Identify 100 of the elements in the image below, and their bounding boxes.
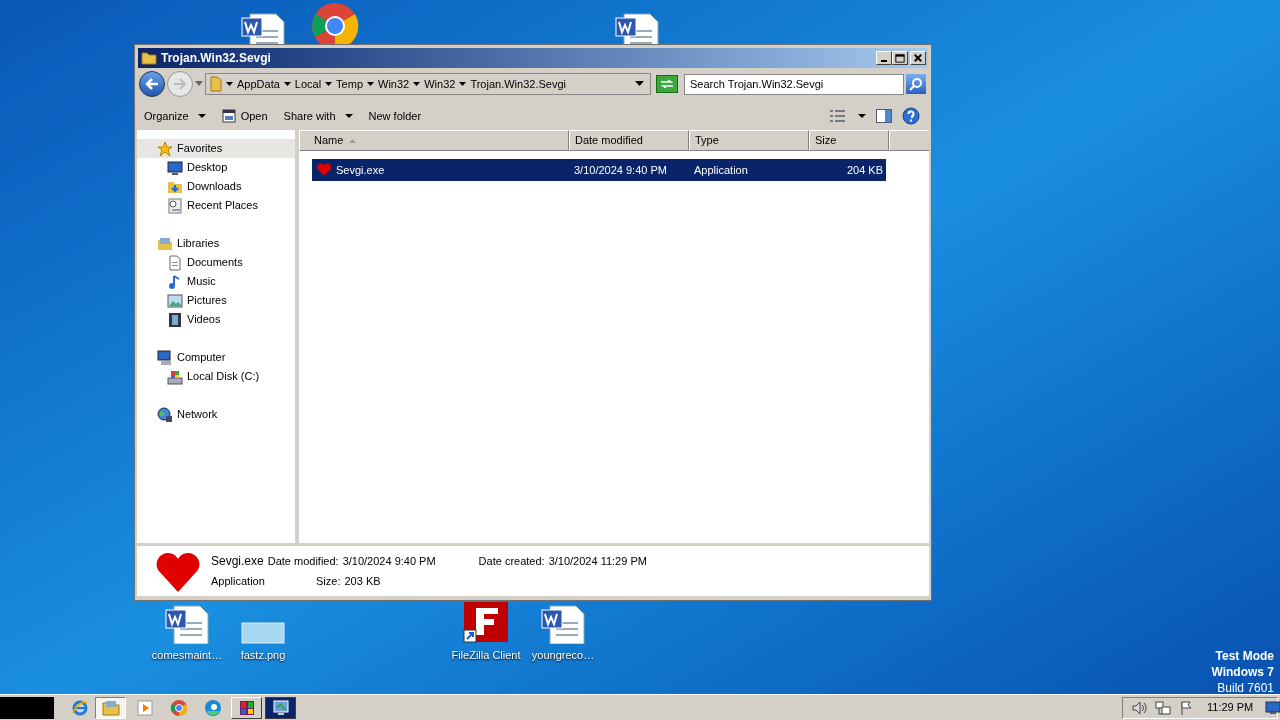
desktop-icon-label[interactable]: fastz.png <box>240 647 286 664</box>
caret-icon <box>197 113 206 119</box>
libraries-icon <box>157 235 173 252</box>
table-cell-text: 204 KB <box>845 162 883 178</box>
breadcrumb-item[interactable]: Temp <box>336 75 363 93</box>
nav-item[interactable]: Favorites <box>137 139 295 158</box>
documents-icon <box>167 254 183 271</box>
nav-item[interactable]: Local Disk (C:) <box>137 367 295 386</box>
chevron-icon <box>459 81 467 87</box>
search-button[interactable] <box>906 74 926 94</box>
chevron-icon <box>283 81 291 87</box>
desktop-icon-label[interactable]: comesmaint… <box>151 647 223 664</box>
nav-item[interactable]: Videos <box>137 310 295 329</box>
chevron-icon <box>413 81 421 87</box>
heart-icon <box>155 551 201 593</box>
pane-icon <box>876 109 892 123</box>
maximize-button[interactable] <box>892 51 908 65</box>
folder-icon <box>141 51 157 65</box>
preview-pane-button[interactable] <box>876 109 892 123</box>
column-header[interactable]: Type <box>689 130 809 151</box>
field-label: Date modified: <box>267 554 339 568</box>
network-icon <box>157 406 173 423</box>
chevron-icon <box>325 81 333 87</box>
nav-item[interactable]: Documents <box>137 253 295 272</box>
field-value: 3/10/2024 11:29 PM <box>548 554 647 568</box>
computer-icon <box>157 349 173 366</box>
nav-item[interactable]: Computer <box>137 348 295 367</box>
nav-item[interactable]: Music <box>137 272 295 291</box>
caret-icon <box>858 113 866 119</box>
minimize-button[interactable] <box>876 51 892 65</box>
help-button[interactable] <box>902 107 920 125</box>
toolbar-button[interactable]: Share with <box>279 105 357 127</box>
star-icon <box>157 140 173 157</box>
file-row[interactable]: Sevgi.exe 3/10/2024 9:40 PM Application 204 KB <box>312 159 886 181</box>
nav-item[interactable]: Recent Places <box>137 196 295 215</box>
nav-item[interactable]: Pictures <box>137 291 295 310</box>
nav-item[interactable]: Downloads <box>137 177 295 196</box>
chevron-icon <box>367 81 374 87</box>
refresh-icon <box>660 79 674 89</box>
sort-arrow-icon <box>349 138 357 143</box>
browser-icon <box>71 698 89 717</box>
view-options-button[interactable] <box>830 110 866 122</box>
computer-icon <box>271 698 290 717</box>
os-notice-text: Test Mode <box>1215 648 1274 664</box>
chevron-icon <box>226 81 233 87</box>
image-file-icon <box>241 622 285 644</box>
desktop-icon <box>167 159 183 176</box>
videos-icon <box>167 311 183 328</box>
close-button[interactable] <box>910 51 926 65</box>
file-name: Sevgi.exe <box>336 162 385 178</box>
folder-icon <box>101 698 120 717</box>
forward-arrow-icon <box>173 78 187 90</box>
breadcrumb-item[interactable]: Win32 <box>424 75 456 93</box>
back-button[interactable] <box>139 71 165 97</box>
caret-icon <box>344 113 353 119</box>
window-title: Trojan.Win32.Sevgi <box>161 50 271 67</box>
dropdown-icon <box>635 81 644 87</box>
breadcrumb-item[interactable]: Win32 <box>378 75 410 93</box>
breadcrumb-item[interactable]: Trojan.Win32.Sevgi <box>470 75 566 93</box>
document-icon <box>164 604 210 644</box>
column-header[interactable]: Size <box>809 130 889 151</box>
play-icon <box>135 698 154 717</box>
field-value: 3/10/2024 9:40 PM <box>342 554 436 568</box>
pictures-icon <box>167 292 183 309</box>
disk-icon <box>167 368 183 385</box>
column-header[interactable]: Name <box>299 130 569 151</box>
column-header[interactable]: Date modified <box>569 130 689 151</box>
nav-item[interactable]: Desktop <box>137 158 295 177</box>
file-type: Application <box>211 574 266 588</box>
field-value: 203 KB <box>344 574 381 588</box>
start-area[interactable] <box>0 696 54 719</box>
nav-item[interactable]: Network <box>137 405 295 424</box>
field-label: Date created: <box>478 554 545 568</box>
refresh-button[interactable] <box>656 75 678 93</box>
breadcrumb-item[interactable]: Local <box>294 75 322 93</box>
search-icon <box>909 77 923 91</box>
show-desktop-icon <box>1265 700 1280 715</box>
folder-icon <box>210 76 222 92</box>
table-cell-text: 3/10/2024 9:40 PM <box>573 162 668 178</box>
toolbar-button[interactable]: New folder <box>364 105 426 127</box>
toolbar-button[interactable]: Organize <box>140 105 210 127</box>
caret-icon <box>195 81 203 87</box>
desktop-icon-label[interactable]: FileZilla Client <box>451 647 521 664</box>
desktop-icon-label[interactable]: youngreco… <box>531 647 595 664</box>
minimize-icon <box>881 60 887 62</box>
clock[interactable]: 11:29 PM <box>1207 699 1254 716</box>
recent-icon <box>167 197 183 214</box>
toolbar-button[interactable]: Open <box>217 105 272 127</box>
maximize-icon <box>893 52 907 64</box>
address-bar[interactable]: AppData Local Temp Win32 Win32 Trojan.Win32.Sevgi <box>205 73 651 95</box>
file-name: Sevgi.exe <box>211 554 264 568</box>
help-icon <box>902 107 920 125</box>
breadcrumb-item[interactable]: AppData <box>237 75 280 93</box>
nav-item[interactable]: Libraries <box>137 234 295 253</box>
heart-icon <box>316 163 332 177</box>
taskbar-button[interactable] <box>265 696 296 719</box>
speaker-icon <box>1131 699 1147 716</box>
search-field[interactable]: Search Trojan.Win32.Sevgi <box>684 73 904 95</box>
close-icon <box>911 52 925 64</box>
document-icon <box>540 604 586 644</box>
